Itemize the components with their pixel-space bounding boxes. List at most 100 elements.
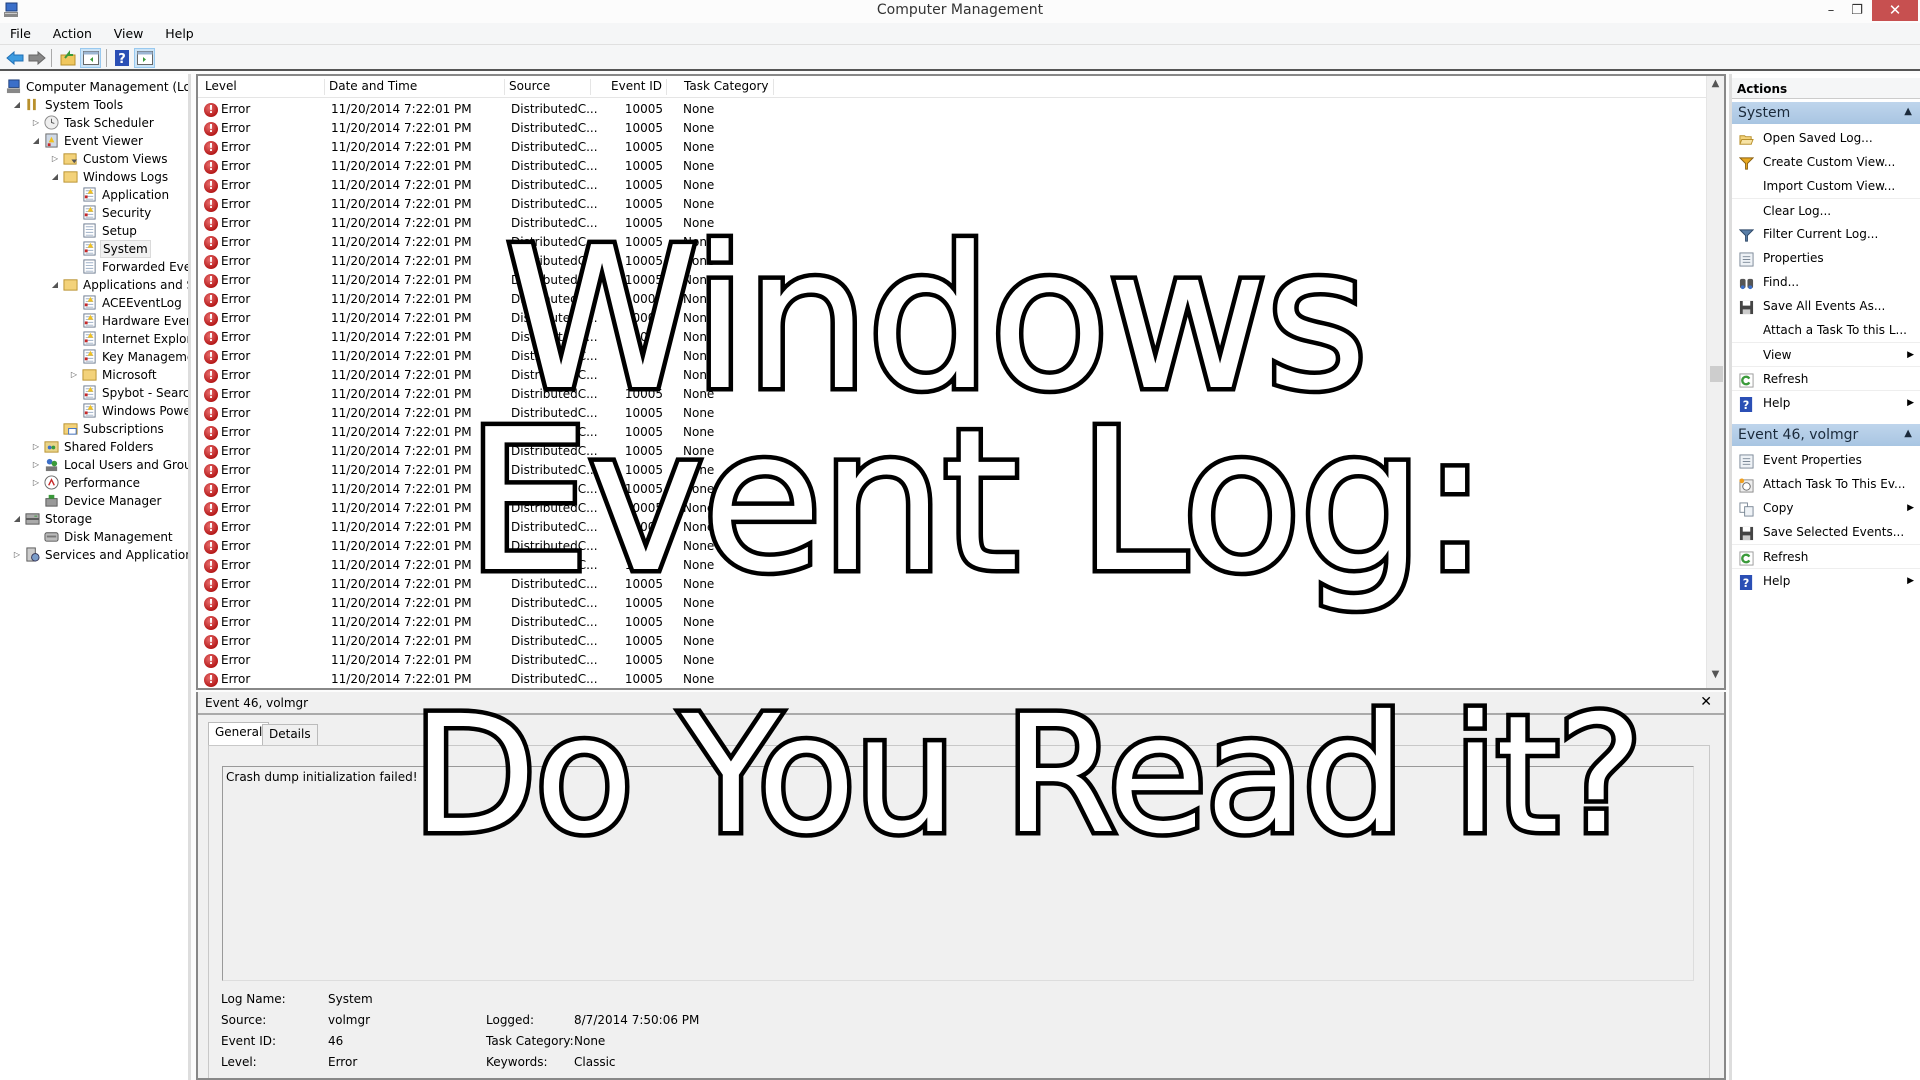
event-row[interactable]: ! Error 11/20/2014 7:22:01 PM DistributedC.…	[198, 575, 1706, 594]
collapse-arrow-icon[interactable]: ◢	[12, 96, 22, 114]
event-row[interactable]: ! Error 11/20/2014 7:22:01 PM DistributedC.…	[198, 613, 1706, 632]
maximize-button[interactable]: ❐	[1841, 0, 1873, 21]
collapse-icon[interactable]: ▲	[1904, 428, 1912, 439]
action-clear-log[interactable]: Clear Log...	[1732, 198, 1920, 222]
tree-item-internet-explorer[interactable]: Internet Explorer	[0, 330, 188, 348]
action-import-custom-view[interactable]: Import Custom View...	[1732, 174, 1920, 198]
action-find[interactable]: Find...	[1732, 270, 1920, 294]
tree-item-services-and-applications[interactable]: ▷ Services and Applications	[0, 546, 188, 564]
tab-general[interactable]: General	[208, 722, 270, 746]
event-row[interactable]: ! Error 11/20/2014 7:22:01 PM DistributedC.…	[198, 651, 1706, 670]
action-group-header[interactable]: System ▲	[1732, 102, 1920, 124]
event-row[interactable]: ! Error 11/20/2014 7:22:01 PM DistributedC.…	[198, 195, 1706, 214]
tree-item-local-users-and-groups[interactable]: ▷ Local Users and Groups	[0, 456, 188, 474]
help-button[interactable]: ?	[111, 48, 132, 68]
up-folder-button[interactable]	[57, 48, 78, 68]
event-row[interactable]: ! Error 11/20/2014 7:22:01 PM DistributedC.…	[198, 632, 1706, 651]
event-row[interactable]: ! Error 11/20/2014 7:22:01 PM DistributedC.…	[198, 309, 1706, 328]
event-row[interactable]: ! Error 11/20/2014 7:22:01 PM DistributedC.…	[198, 176, 1706, 195]
action-save-selected-events[interactable]: Save Selected Events...	[1732, 520, 1920, 544]
event-row[interactable]: ! Error 11/20/2014 7:22:01 PM DistributedC.…	[198, 518, 1706, 537]
action-event-properties[interactable]: Event Properties	[1732, 448, 1920, 472]
tree-item-windows-power[interactable]: Windows Power	[0, 402, 188, 420]
menu-file[interactable]: File	[0, 23, 39, 45]
action-copy[interactable]: Copy ▶	[1732, 496, 1920, 520]
menu-view[interactable]: View	[104, 23, 152, 45]
event-row[interactable]: ! Error 11/20/2014 7:22:01 PM DistributedC.…	[198, 480, 1706, 499]
event-row[interactable]: ! Error 11/20/2014 7:22:01 PM DistributedC.…	[198, 670, 1706, 688]
event-row[interactable]: ! Error 11/20/2014 7:22:01 PM DistributedC.…	[198, 233, 1706, 252]
event-row[interactable]: ! Error 11/20/2014 7:22:01 PM DistributedC.…	[198, 461, 1706, 480]
menu-action[interactable]: Action	[43, 23, 100, 45]
tree-item-system[interactable]: System	[0, 240, 188, 258]
event-row[interactable]: ! Error 11/20/2014 7:22:01 PM DistributedC.…	[198, 404, 1706, 423]
action-view[interactable]: View ▶	[1732, 342, 1920, 366]
event-row[interactable]: ! Error 11/20/2014 7:22:01 PM DistributedC.…	[198, 290, 1706, 309]
tree-item-hardware-events[interactable]: Hardware Events	[0, 312, 188, 330]
collapse-arrow-icon[interactable]: ◢	[50, 168, 60, 186]
event-row[interactable]: ! Error 11/20/2014 7:22:01 PM DistributedC.…	[198, 594, 1706, 613]
expand-arrow-icon[interactable]: ▷	[12, 546, 22, 564]
tree-item-subscriptions[interactable]: Subscriptions	[0, 420, 188, 438]
menu-help[interactable]: Help	[155, 23, 202, 45]
tree-item-microsoft[interactable]: ▷ Microsoft	[0, 366, 188, 384]
tree-item-setup[interactable]: Setup	[0, 222, 188, 240]
column-task-category[interactable]: Task Category	[684, 79, 774, 95]
tree-item-spybot-search[interactable]: Spybot - Search	[0, 384, 188, 402]
show-hide-tree-button[interactable]	[80, 48, 101, 68]
event-row[interactable]: ! Error 11/20/2014 7:22:01 PM DistributedC.…	[198, 423, 1706, 442]
forward-button[interactable]	[26, 48, 47, 68]
tree-item-performance[interactable]: ▷ Performance	[0, 474, 188, 492]
tree-item-key-managemer[interactable]: Key Managemer	[0, 348, 188, 366]
action-save-all-events-as[interactable]: Save All Events As...	[1732, 294, 1920, 318]
details-close-icon[interactable]: ✕	[1700, 694, 1712, 710]
action-refresh[interactable]: Refresh	[1732, 544, 1920, 568]
tree-item-shared-folders[interactable]: ▷ Shared Folders	[0, 438, 188, 456]
event-row[interactable]: ! Error 11/20/2014 7:22:01 PM DistributedC.…	[198, 138, 1706, 157]
tree-item-applications-and-se[interactable]: ◢ Applications and Se	[0, 276, 188, 294]
action-open-saved-log[interactable]: Open Saved Log...	[1732, 126, 1920, 150]
action-properties[interactable]: Properties	[1732, 246, 1920, 270]
event-row[interactable]: ! Error 11/20/2014 7:22:01 PM DistributedC.…	[198, 366, 1706, 385]
column-source[interactable]: Source	[509, 79, 591, 95]
back-button[interactable]	[4, 48, 25, 68]
expand-arrow-icon[interactable]: ▷	[31, 474, 41, 492]
tree-item-system-tools[interactable]: ◢ System Tools	[0, 96, 188, 114]
expand-arrow-icon[interactable]: ▷	[69, 366, 79, 384]
collapse-arrow-icon[interactable]: ◢	[31, 132, 41, 150]
event-description[interactable]: Crash dump initialization failed!	[222, 766, 1694, 981]
action-create-custom-view[interactable]: Create Custom View...	[1732, 150, 1920, 174]
action-refresh[interactable]: Refresh	[1732, 366, 1920, 390]
event-row[interactable]: ! Error 11/20/2014 7:22:01 PM DistributedC.…	[198, 271, 1706, 290]
collapse-icon[interactable]: ▲	[1904, 106, 1912, 117]
action-attach-task-to-this-ev[interactable]: Attach Task To This Ev...	[1732, 472, 1920, 496]
event-row[interactable]: ! Error 11/20/2014 7:22:01 PM DistributedC.…	[198, 385, 1706, 404]
event-row[interactable]: ! Error 11/20/2014 7:22:01 PM DistributedC.…	[198, 214, 1706, 233]
expand-arrow-icon[interactable]: ▷	[31, 438, 41, 456]
list-scrollbar[interactable]: ▲ ▼	[1706, 76, 1724, 688]
event-row[interactable]: ! Error 11/20/2014 7:22:01 PM DistributedC.…	[198, 328, 1706, 347]
action-help[interactable]: ? Help ▶	[1732, 568, 1920, 592]
event-row[interactable]: ! Error 11/20/2014 7:22:01 PM DistributedC.…	[198, 252, 1706, 271]
scroll-thumb[interactable]	[1710, 366, 1723, 382]
column-level[interactable]: Level	[205, 79, 325, 95]
column-date-time[interactable]: Date and Time	[329, 79, 505, 95]
action-attach-a-task-to-this-l[interactable]: Attach a Task To this L...	[1732, 318, 1920, 342]
event-row[interactable]: ! Error 11/20/2014 7:22:01 PM DistributedC.…	[198, 157, 1706, 176]
tree-item-security[interactable]: Security	[0, 204, 188, 222]
tree-item-application[interactable]: Application	[0, 186, 188, 204]
expand-arrow-icon[interactable]: ▷	[31, 456, 41, 474]
scroll-down-icon[interactable]: ▼	[1707, 669, 1724, 686]
action-help[interactable]: ? Help ▶	[1732, 390, 1920, 414]
tree-item-storage[interactable]: ◢ Storage	[0, 510, 188, 528]
collapse-arrow-icon[interactable]: ◢	[12, 510, 22, 528]
tree-item-computer-management-local[interactable]: Computer Management (Local	[0, 78, 188, 96]
tree-item-custom-views[interactable]: ▷ Custom Views	[0, 150, 188, 168]
event-row[interactable]: ! Error 11/20/2014 7:22:01 PM DistributedC.…	[198, 100, 1706, 119]
scroll-up-icon[interactable]: ▲	[1707, 78, 1724, 95]
tree-item-task-scheduler[interactable]: ▷ Task Scheduler	[0, 114, 188, 132]
tree-item-device-manager[interactable]: Device Manager	[0, 492, 188, 510]
close-button[interactable]: ✕	[1872, 0, 1918, 21]
tree-item-aceeventlog[interactable]: ACEEventLog	[0, 294, 188, 312]
column-event-id[interactable]: Event ID	[595, 79, 667, 95]
